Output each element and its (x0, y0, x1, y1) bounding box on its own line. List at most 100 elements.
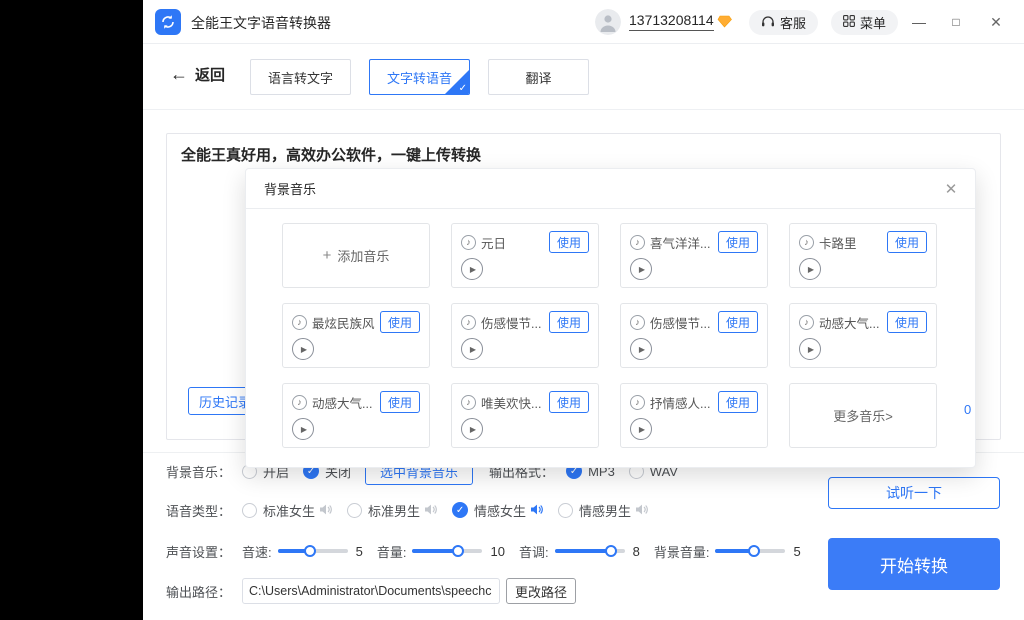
app-window: 全能王文字语音转换器 13713208114 客服 (143, 0, 1024, 620)
speaker-icon[interactable] (425, 503, 438, 518)
voice-option-std-female[interactable]: 标准女生 (242, 501, 333, 520)
voice-type-label: 语音类型： (166, 501, 242, 520)
play-button[interactable]: ▶ (799, 338, 821, 360)
slider-value: 8 (633, 544, 640, 559)
add-music-card[interactable]: + 添加音乐 (282, 223, 430, 288)
bg-music-label: 背景音乐： (166, 462, 242, 481)
slider-pitch: 音调: 8 (519, 542, 640, 561)
radio-selected-icon: ✓ (452, 502, 468, 518)
plus-icon: + (323, 247, 332, 264)
speaker-icon-active[interactable] (531, 503, 544, 518)
music-name: 动感大气... (819, 313, 887, 332)
music-card: ♪ 伤感慢节... 使用 ▶ (620, 303, 768, 368)
slider-track[interactable] (715, 549, 785, 553)
use-button[interactable]: 使用 (549, 391, 589, 413)
music-note-icon: ♪ (461, 315, 476, 330)
music-card: ♪ 伤感慢节... 使用 ▶ (451, 303, 599, 368)
play-button[interactable]: ▶ (292, 338, 314, 360)
sound-settings-row: 声音设置： 音速: 5 音量: 10 音调: 8 背景音量: 5 (166, 540, 815, 562)
slider-handle[interactable] (452, 545, 464, 557)
tab-speech-to-text[interactable]: 语言转文字 ✓ (250, 59, 351, 95)
output-path-input[interactable] (242, 578, 500, 604)
slider-volume: 音量: 10 (377, 542, 505, 561)
output-path-label: 输出路径： (166, 582, 242, 601)
voice-option-emotion-female[interactable]: ✓ 情感女生 (452, 501, 544, 520)
use-button[interactable]: 使用 (380, 391, 420, 413)
radio-unselected-icon (558, 503, 573, 518)
play-button[interactable]: ▶ (461, 258, 483, 280)
tab-translate[interactable]: 翻译 ✓ (488, 59, 589, 95)
play-button[interactable]: ▶ (630, 258, 652, 280)
bg-music-modal: 背景音乐 ✕ + 添加音乐 ♪ 元日 使用 ▶ ♪ 喜气洋洋... 使 (245, 168, 976, 468)
radio-unselected-icon (242, 503, 257, 518)
music-note-icon: ♪ (292, 315, 307, 330)
play-button[interactable]: ▶ (630, 418, 652, 440)
voice-type-row: 语音类型： 标准女生 标准男生 ✓ 情感女生 情感男生 (166, 498, 663, 522)
minimize-button[interactable]: — (908, 11, 930, 33)
music-note-icon: ♪ (292, 395, 307, 410)
speaker-icon[interactable] (320, 503, 333, 518)
play-button[interactable]: ▶ (630, 338, 652, 360)
play-button[interactable]: ▶ (461, 338, 483, 360)
menu-button[interactable]: 菜单 (831, 10, 898, 35)
slider-track[interactable] (555, 549, 625, 553)
customer-service-label: 客服 (780, 13, 806, 32)
tab-text-to-speech[interactable]: 文字转语音 ✓ (369, 59, 470, 95)
slider-handle[interactable] (748, 545, 760, 557)
sound-settings-label: 声音设置： (166, 542, 242, 561)
use-button[interactable]: 使用 (887, 311, 927, 333)
use-button[interactable]: 使用 (549, 311, 589, 333)
editor-text: 全能王真好用，高效办公软件，一键上传转换 (181, 144, 481, 165)
music-name: 最炫民族风 (312, 313, 380, 332)
use-button[interactable]: 使用 (549, 231, 589, 253)
use-button[interactable]: 使用 (718, 391, 758, 413)
use-button[interactable]: 使用 (718, 231, 758, 253)
user-avatar[interactable] (595, 9, 621, 35)
modal-header: 背景音乐 ✕ (246, 169, 975, 209)
slider-track[interactable] (412, 549, 482, 553)
use-button[interactable]: 使用 (718, 311, 758, 333)
music-note-icon: ♪ (799, 315, 814, 330)
use-button[interactable]: 使用 (887, 231, 927, 253)
play-button[interactable]: ▶ (292, 418, 314, 440)
radio-unselected-icon (347, 503, 362, 518)
play-button[interactable]: ▶ (461, 418, 483, 440)
convert-button[interactable]: 开始转换 (828, 538, 1000, 590)
music-card: ♪ 喜气洋洋... 使用 ▶ (620, 223, 768, 288)
speaker-icon[interactable] (636, 503, 649, 518)
tab-active-check-icon: ✓ (459, 83, 467, 94)
window-close-button[interactable]: ✕ (985, 11, 1007, 33)
music-note-icon: ♪ (630, 395, 645, 410)
modal-close-icon[interactable]: ✕ (941, 179, 961, 199)
play-button[interactable]: ▶ (799, 258, 821, 280)
music-note-icon: ♪ (630, 315, 645, 330)
music-note-icon: ♪ (799, 235, 814, 250)
back-button[interactable]: ← 返回 (170, 64, 225, 85)
preview-button[interactable]: 试听一下 (828, 477, 1000, 509)
more-music-label: 更多音乐> (833, 406, 893, 425)
music-card: ♪ 唯美欢快... 使用 ▶ (451, 383, 599, 448)
use-button[interactable]: 使用 (380, 311, 420, 333)
music-card: ♪ 动感大气... 使用 ▶ (282, 383, 430, 448)
slider-track[interactable] (278, 549, 348, 553)
customer-service-button[interactable]: 客服 (749, 10, 818, 35)
vip-badge-icon (717, 15, 732, 33)
menu-label: 菜单 (860, 13, 886, 32)
user-phone-number[interactable]: 13713208114 (629, 12, 714, 31)
voice-option-std-male[interactable]: 标准男生 (347, 501, 438, 520)
change-path-button[interactable]: 更改路径 (506, 578, 576, 604)
output-path-row: 输出路径： 更改路径 (166, 577, 576, 605)
slider-speed: 音速: 5 (242, 542, 363, 561)
music-card: ♪ 最炫民族风 使用 ▶ (282, 303, 430, 368)
music-note-icon: ♪ (630, 235, 645, 250)
music-note-icon: ♪ (461, 235, 476, 250)
music-name: 伤感慢节... (481, 313, 549, 332)
music-name: 唯美欢快... (481, 393, 549, 412)
char-count: 0 (964, 402, 971, 417)
more-music-card[interactable]: 更多音乐> (789, 383, 937, 448)
slider-handle[interactable] (605, 545, 617, 557)
maximize-button[interactable]: □ (945, 11, 967, 33)
nav-bar: ← 返回 语言转文字 ✓ 文字转语音 ✓ 翻译 ✓ (143, 44, 1024, 110)
voice-option-emotion-male[interactable]: 情感男生 (558, 501, 649, 520)
slider-handle[interactable] (304, 545, 316, 557)
